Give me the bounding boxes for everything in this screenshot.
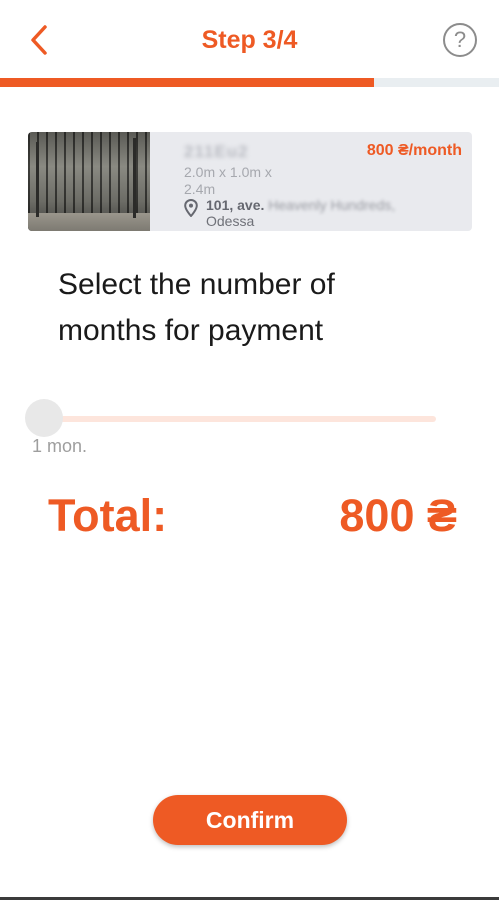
- map-pin-icon: [184, 199, 198, 217]
- listing-card[interactable]: 211Eu2 2.0m x 1.0m x 2.4m 800 ₴/month 10…: [28, 132, 472, 231]
- step-progress-fill: [0, 78, 375, 87]
- months-heading: Select the number of months for payment: [58, 268, 335, 347]
- listing-id: 211Eu2: [184, 142, 249, 161]
- slider-thumb[interactable]: [25, 399, 63, 437]
- listing-photo: [28, 132, 150, 231]
- total-value: 800 ₴: [339, 490, 457, 541]
- listing-price: 800 ₴/month: [366, 142, 462, 159]
- total-label: Total:: [48, 490, 168, 541]
- step-progress-bar: [0, 78, 499, 87]
- listing-address: 101, ave. Heavenly Hundreds, Odessa: [184, 197, 395, 229]
- listing-size: 2.0m x 1.0m x 2.4m: [184, 164, 272, 197]
- header: Step 3/4 ?: [0, 0, 499, 80]
- question-circle-icon: ?: [453, 27, 467, 52]
- months-slider[interactable]: [25, 398, 436, 438]
- address-street: Heavenly Hundreds,: [268, 197, 396, 213]
- photo-floor: [28, 213, 150, 231]
- confirm-button[interactable]: Confirm: [153, 795, 347, 845]
- address-line-1: 101, ave. Heavenly Hundreds,: [206, 197, 395, 213]
- address-number: 101, ave.: [206, 197, 265, 213]
- screen: Step 3/4 ? 211Eu2 2.0m x 1.0m x 2.4m 800…: [0, 0, 499, 900]
- address-text: 101, ave. Heavenly Hundreds, Odessa: [206, 197, 395, 229]
- photo-frame-right: [133, 138, 136, 218]
- slider-value-label: 1 mon.: [32, 436, 88, 456]
- address-city: Odessa: [206, 213, 255, 229]
- help-button[interactable]: ?: [443, 23, 477, 57]
- page-title: Step 3/4: [201, 26, 298, 54]
- photo-frame-left: [36, 142, 39, 217]
- slider-track[interactable]: [44, 416, 436, 422]
